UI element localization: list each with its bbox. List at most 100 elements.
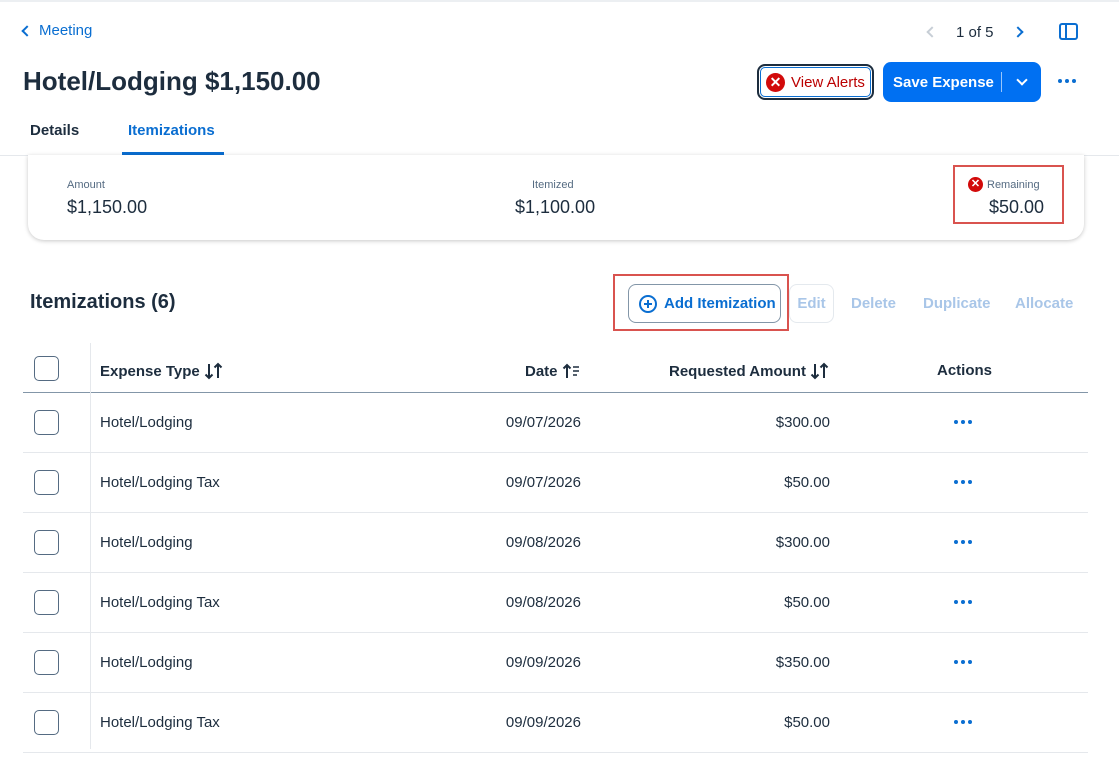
next-record-button[interactable] [1008, 20, 1028, 44]
cell-date: 09/07/2026 [505, 414, 581, 431]
more-icon [954, 600, 958, 604]
sort-icon [204, 362, 224, 380]
more-icon-dot [961, 480, 965, 484]
duplicate-button[interactable]: Duplicate [923, 295, 991, 312]
error-icon: ✕ [968, 177, 983, 192]
cell-amount: $300.00 [775, 414, 830, 431]
more-icon [954, 480, 958, 484]
view-alerts-label: View Alerts [791, 73, 865, 91]
table-header: Expense Type Date Requested Amount Actio… [23, 343, 1088, 393]
itemizations-heading: Itemizations (6) [30, 291, 176, 313]
page-title: Hotel/Lodging $1,150.00 [23, 66, 321, 96]
chevron-left-icon [926, 26, 938, 38]
tab-bar: Details Itemizations [0, 118, 1119, 156]
more-icon [1058, 79, 1062, 83]
table-row[interactable]: Hotel/Lodging Tax 09/07/2026 $50.00 [23, 453, 1088, 513]
column-requested-amount-label: Requested Amount [669, 362, 806, 380]
cell-date: 09/08/2026 [505, 594, 581, 611]
remaining-header: ✕ Remaining [968, 177, 1040, 192]
pager-count: 1 of 5 [956, 23, 994, 41]
column-expense-type[interactable]: Expense Type [100, 362, 224, 380]
tab-itemizations[interactable]: Itemizations [128, 122, 215, 139]
side-panel-toggle-icon[interactable] [1059, 23, 1078, 40]
table-row[interactable]: Hotel/Lodging 09/09/2026 $350.00 [23, 633, 1088, 693]
row-actions-button[interactable] [954, 660, 972, 664]
row-checkbox[interactable] [34, 710, 59, 735]
more-icon [954, 720, 958, 724]
chevron-right-icon [1011, 26, 1024, 38]
remaining-value: $50.00 [989, 197, 1045, 217]
more-icon-dot [968, 600, 972, 604]
cell-date: 09/09/2026 [505, 654, 581, 671]
back-to-meeting-link[interactable]: Meeting [21, 22, 93, 39]
cell-amount: $350.00 [775, 654, 830, 671]
add-circle-icon [639, 294, 657, 313]
top-divider [0, 0, 1119, 2]
more-icon-dot [961, 720, 965, 724]
itemized-label: Itemized [532, 179, 574, 191]
cell-date: 09/08/2026 [505, 534, 581, 551]
itemized-value: $1,100.00 [515, 197, 596, 217]
amount-value: $1,150.00 [67, 197, 148, 217]
column-date[interactable]: Date [525, 362, 582, 380]
cell-expense-type: Hotel/Lodging Tax [100, 474, 220, 491]
error-icon: ✕ [766, 72, 785, 92]
more-icon-dot [968, 720, 972, 724]
sort-ascending-icon [562, 362, 582, 380]
add-itemization-button[interactable]: Add Itemization [628, 284, 781, 323]
row-actions-button[interactable] [954, 540, 972, 544]
select-all-checkbox[interactable] [34, 356, 59, 381]
chevron-down-icon [1015, 74, 1028, 86]
more-icon-dot [961, 420, 965, 424]
more-icon-dot [968, 420, 972, 424]
sort-icon [810, 362, 830, 380]
more-icon-dot [1072, 79, 1076, 83]
delete-button[interactable]: Delete [851, 295, 896, 312]
more-options-button[interactable] [1058, 79, 1076, 83]
column-requested-amount[interactable]: Requested Amount [669, 362, 830, 380]
allocate-button[interactable]: Allocate [1015, 295, 1073, 312]
row-actions-button[interactable] [954, 720, 972, 724]
more-icon-dot [968, 540, 972, 544]
row-checkbox[interactable] [34, 650, 59, 675]
table-row[interactable]: Hotel/Lodging Tax 09/08/2026 $50.00 [23, 573, 1088, 633]
cell-expense-type: Hotel/Lodging Tax [100, 594, 220, 611]
column-expense-type-label: Expense Type [100, 362, 200, 380]
more-icon-dot [961, 660, 965, 664]
more-icon-dot [961, 540, 965, 544]
column-actions-label: Actions [937, 362, 993, 379]
row-checkbox[interactable] [34, 590, 59, 615]
cell-expense-type: Hotel/Lodging [100, 654, 193, 671]
table-row[interactable]: Hotel/Lodging Tax 09/09/2026 $50.00 [23, 693, 1088, 753]
cell-amount: $50.00 [784, 474, 830, 491]
table-row[interactable]: Hotel/Lodging 09/08/2026 $300.00 [23, 513, 1088, 573]
cell-date: 09/09/2026 [505, 714, 581, 731]
cell-date: 09/07/2026 [505, 474, 581, 491]
more-icon [954, 420, 958, 424]
remaining-label: Remaining [987, 178, 1040, 191]
cell-amount: $300.00 [775, 534, 830, 551]
row-checkbox[interactable] [34, 530, 59, 555]
save-expense-label: Save Expense [893, 73, 994, 91]
row-checkbox[interactable] [34, 410, 59, 435]
row-actions-button[interactable] [954, 420, 972, 424]
more-icon-dot [968, 660, 972, 664]
cell-expense-type: Hotel/Lodging [100, 534, 193, 551]
cell-expense-type: Hotel/Lodging [100, 414, 193, 431]
checkbox-column-divider [90, 343, 91, 749]
save-options-dropdown[interactable] [1002, 74, 1041, 86]
row-checkbox[interactable] [34, 470, 59, 495]
tab-details[interactable]: Details [30, 122, 79, 139]
column-actions: Actions [937, 362, 992, 379]
row-actions-button[interactable] [954, 600, 972, 604]
back-link-label: Meeting [39, 22, 93, 39]
amount-label: Amount [67, 179, 105, 191]
save-expense-button[interactable]: Save Expense [883, 62, 1041, 102]
add-itemization-label: Add Itemization [664, 295, 776, 312]
row-actions-button[interactable] [954, 480, 972, 484]
cell-amount: $50.00 [784, 594, 830, 611]
table-row[interactable]: Hotel/Lodging 09/07/2026 $300.00 [23, 393, 1088, 453]
view-alerts-button[interactable]: ✕ View Alerts [757, 64, 874, 100]
more-icon-dot [961, 600, 965, 604]
edit-button[interactable]: Edit [789, 284, 834, 323]
